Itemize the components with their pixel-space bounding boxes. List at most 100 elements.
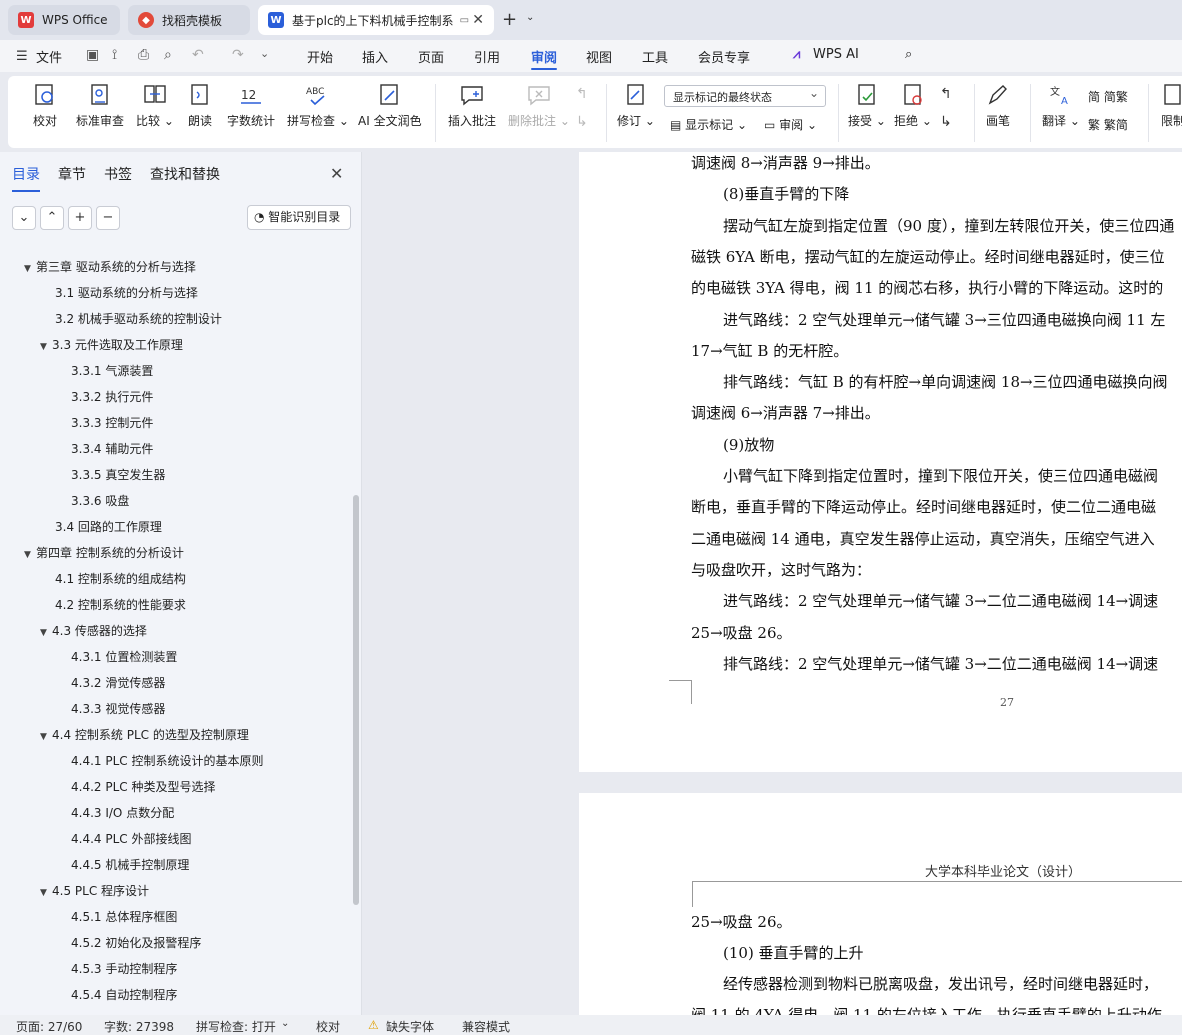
- menu-view[interactable]: 视图: [586, 47, 612, 66]
- delete-comment-button[interactable]: 删除批注 ⌄: [508, 82, 570, 129]
- expand-triangle-icon[interactable]: ▼: [40, 880, 52, 906]
- document-text-line[interactable]: 进气路线：2 空气处理单元→储气罐 3→二位二通电磁阀 14→调速: [723, 590, 1158, 611]
- document-text-line[interactable]: 二通电磁阀 14 通电，真空发生器停止运动，真空消失，压缩空气进入: [691, 528, 1155, 549]
- document-text-line[interactable]: 排气路线：气缸 B 的有杆腔→单向调速阀 18→三位四通电磁换向阀: [723, 371, 1168, 392]
- document-text-line[interactable]: 排气路线：2 空气处理单元→储气罐 3→二位二通电磁阀 14→调速: [723, 653, 1158, 674]
- read-aloud-button[interactable]: 朗读: [187, 82, 213, 129]
- smart-toc-button[interactable]: ◔ 智能识别目录: [247, 205, 351, 230]
- document-text-line[interactable]: 调速阀 8→消声器 9→排出。: [691, 152, 880, 173]
- document-text-line[interactable]: 的电磁铁 3YA 得电，阀 11 的阀芯右移，执行小臂的下降运动。这时的: [691, 277, 1163, 298]
- word-count-button[interactable]: 12 字数统计: [227, 82, 275, 129]
- print-icon[interactable]: ⎙: [138, 47, 149, 63]
- tab-bookmarks[interactable]: 书签: [104, 164, 132, 192]
- toc-item[interactable]: 4.5.2 初始化及报警程序: [56, 930, 201, 956]
- document-text-line[interactable]: 摆动气缸左旋到指定位置（90 度），撞到左转限位开关，使三位四通: [723, 215, 1174, 236]
- menu-page[interactable]: 页面: [418, 47, 444, 66]
- toc-item[interactable]: 3.3.2 执行元件: [56, 384, 153, 410]
- translate-button[interactable]: 文A 翻译 ⌄: [1042, 82, 1080, 129]
- expand-triangle-icon[interactable]: ▼: [40, 334, 52, 360]
- document-text-line[interactable]: (8)垂直手臂的下降: [723, 183, 849, 204]
- status-spell-check[interactable]: 拼写检查: 打开: [196, 1018, 276, 1035]
- toc-item[interactable]: 3.3.1 气源装置: [56, 358, 153, 384]
- toc-item[interactable]: 4.5.3 手动控制程序: [56, 956, 177, 982]
- share-icon[interactable]: ⟟: [112, 47, 117, 63]
- toc-item[interactable]: 3.2 机械手驱动系统的控制设计: [40, 306, 222, 332]
- reject-button[interactable]: 拒绝 ⌄: [894, 82, 932, 129]
- document-text-line[interactable]: 调速阀 6→消声器 7→排出。: [691, 402, 880, 423]
- menu-tools[interactable]: 工具: [642, 47, 668, 66]
- document-text-line[interactable]: 阀 11 的 4YA 得电，阀 11 的左位接入工作，执行垂直手臂的上升动作: [691, 1004, 1162, 1015]
- toc-item[interactable]: 4.5.4 自动控制程序: [56, 982, 177, 1008]
- toc-item[interactable]: 4.4.1 PLC 控制系统设计的基本原则: [56, 748, 263, 774]
- tab-toc[interactable]: 目录: [12, 164, 40, 192]
- toc-item[interactable]: ▼ 4.3 传感器的选择: [40, 618, 147, 644]
- status-page[interactable]: 页面: 27/60: [16, 1018, 82, 1035]
- new-tab-icon[interactable]: +: [502, 9, 517, 30]
- menu-wps-ai[interactable]: WPS AI: [813, 47, 859, 62]
- menu-member[interactable]: 会员专享: [698, 47, 750, 66]
- toc-item[interactable]: ▼ 3.3 元件选取及工作原理: [40, 332, 183, 358]
- menu-reference[interactable]: 引用: [474, 47, 500, 66]
- tab-find-replace[interactable]: 查找和替换: [150, 164, 220, 192]
- next-change-icon[interactable]: ↳: [940, 114, 952, 130]
- toc-item[interactable]: 4.2 控制系统的性能要求: [40, 592, 186, 618]
- toc-item[interactable]: 4.3.2 滑觉传感器: [56, 670, 165, 696]
- next-comment-icon[interactable]: ↳: [576, 114, 588, 130]
- prev-comment-icon[interactable]: ↰: [576, 86, 588, 102]
- show-markup-button[interactable]: ▤ 显示标记 ⌄: [670, 116, 747, 133]
- ai-polish-button[interactable]: AI 全文润色: [358, 82, 422, 129]
- toc-item[interactable]: ▼ 4.4 控制系统 PLC 的选型及控制原理: [40, 722, 249, 748]
- undo-icon[interactable]: ↶: [192, 47, 204, 63]
- status-word-count[interactable]: 字数: 27398: [104, 1018, 174, 1035]
- tab-close-icon[interactable]: ✕: [472, 12, 484, 28]
- panel-scrollbar[interactable]: [353, 495, 359, 905]
- restrict-editing-button[interactable]: 限制: [1160, 82, 1182, 129]
- menu-file[interactable]: 文件: [36, 47, 62, 66]
- toc-item[interactable]: ▼ 第四章 控制系统的分析设计: [24, 540, 184, 566]
- track-changes-button[interactable]: 修订 ⌄: [617, 82, 655, 129]
- expand-up-icon[interactable]: ⌃: [40, 206, 64, 230]
- toc-item[interactable]: 3.3.4 辅助元件: [56, 436, 153, 462]
- toc-item[interactable]: ▼ 第三章 驱动系统的分析与选择: [24, 254, 196, 280]
- toc-item[interactable]: 4.4.3 I/O 点数分配: [56, 800, 174, 826]
- to-traditional-button[interactable]: 简 简繁: [1088, 88, 1128, 105]
- panel-close-icon[interactable]: ✕: [330, 164, 343, 183]
- status-proofread[interactable]: 校对: [316, 1018, 340, 1035]
- remove-heading-icon[interactable]: −: [96, 206, 120, 230]
- print-preview-icon[interactable]: ⌕: [164, 47, 172, 63]
- tab-list-chevron-icon[interactable]: ⌄: [526, 12, 534, 23]
- status-missing-font[interactable]: 缺失字体: [386, 1018, 434, 1035]
- save-icon[interactable]: ▣: [86, 47, 99, 63]
- prev-change-icon[interactable]: ↰: [940, 86, 952, 102]
- menu-review[interactable]: 审阅: [531, 47, 558, 70]
- compare-button[interactable]: 比较 ⌄: [136, 82, 174, 129]
- document-text-line[interactable]: 小臂气缸下降到指定位置时，撞到下限位开关，使三位四通电磁阀: [723, 465, 1158, 486]
- tab-template[interactable]: ◆ 找稻壳模板: [128, 5, 250, 35]
- review-pane-button[interactable]: ▭ 审阅 ⌄: [764, 116, 817, 133]
- document-text-line[interactable]: 断电，垂直手臂的下降运动停止。经时间继电器延时，使二位二通电磁: [691, 496, 1156, 517]
- tab-document[interactable]: W 基于plc的上下料机械手控制系 ▭ ✕: [258, 5, 494, 35]
- quick-access-chevron-icon[interactable]: ⌄: [260, 47, 269, 60]
- toc-item[interactable]: 3.1 驱动系统的分析与选择: [40, 280, 198, 306]
- markup-display-select[interactable]: 显示标记的最终状态: [664, 85, 826, 107]
- collapse-icon[interactable]: ⌄: [12, 206, 36, 230]
- toc-item[interactable]: 3.3.5 真空发生器: [56, 462, 165, 488]
- standard-review-button[interactable]: 标准审查: [76, 82, 124, 129]
- tab-chapters[interactable]: 章节: [58, 164, 86, 192]
- document-text-line[interactable]: 17→气缸 B 的无杆腔。: [691, 340, 848, 361]
- expand-triangle-icon[interactable]: ▼: [24, 256, 36, 282]
- insert-comment-button[interactable]: 插入批注: [448, 82, 496, 129]
- expand-triangle-icon[interactable]: ▼: [24, 542, 36, 568]
- redo-icon[interactable]: ↷: [232, 47, 244, 63]
- menu-start[interactable]: 开始: [307, 47, 333, 66]
- toc-item[interactable]: 4.4.2 PLC 种类及型号选择: [56, 774, 215, 800]
- toc-item[interactable]: 3.3.6 吸盘: [56, 488, 129, 514]
- menu-insert[interactable]: 插入: [362, 47, 388, 66]
- toc-item[interactable]: 4.4.5 机械手控制原理: [56, 852, 189, 878]
- toc-item[interactable]: 3.3.3 控制元件: [56, 410, 153, 436]
- document-text-line[interactable]: 与吸盘吹开，这时气路为：: [691, 559, 871, 580]
- document-text-line[interactable]: 进气路线：2 空气处理单元→储气罐 3→三位四通电磁换向阀 11 左: [723, 309, 1165, 330]
- toc-item[interactable]: ▼ 4.5 PLC 程序设计: [40, 878, 149, 904]
- toc-item[interactable]: 4.1 控制系统的组成结构: [40, 566, 186, 592]
- spell-check-button[interactable]: ABC 拼写检查 ⌄: [287, 82, 349, 129]
